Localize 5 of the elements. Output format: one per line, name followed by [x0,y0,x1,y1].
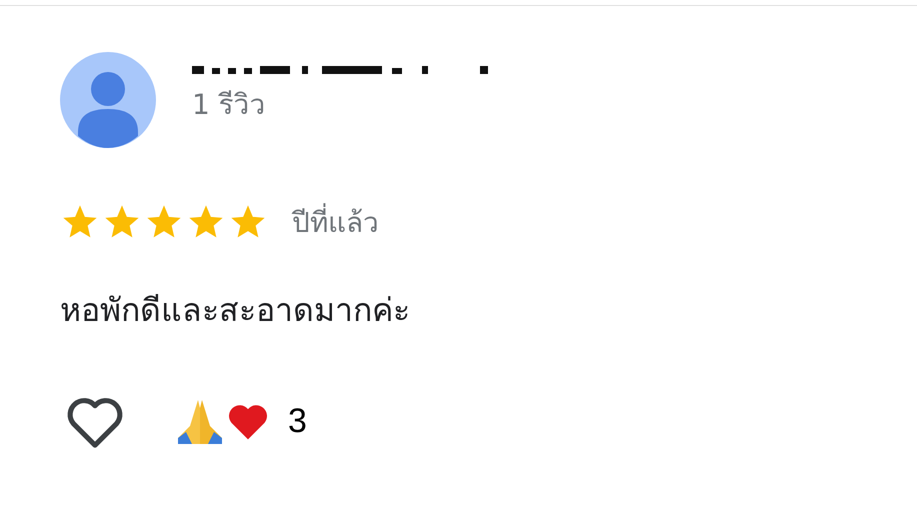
review-text: หอพักดีและสะอาดมากค่ะ [60,290,411,331]
reaction-count: 3 [288,402,307,440]
review-count: 1 รีวิว [192,87,267,123]
avatar-icon [60,52,156,148]
review-time: ปีที่แล้ว [292,200,379,244]
